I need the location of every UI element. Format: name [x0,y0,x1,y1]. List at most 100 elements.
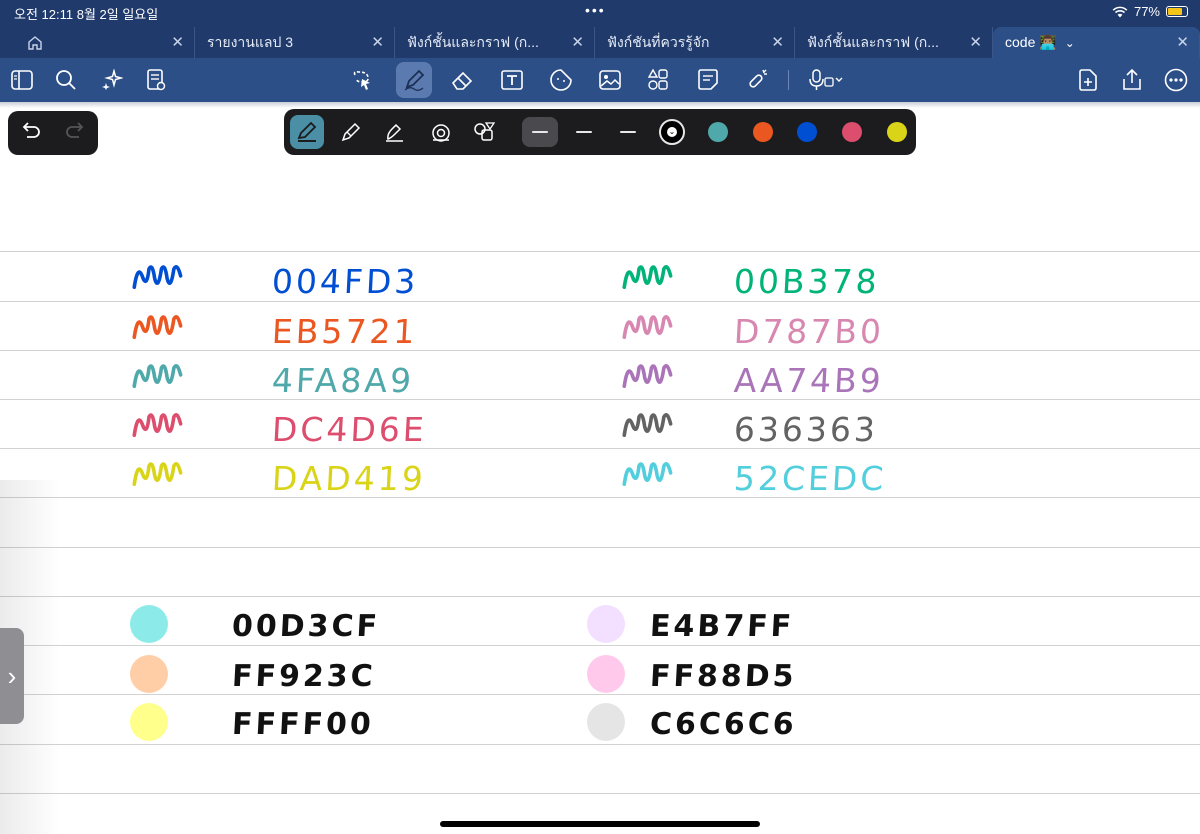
document-button[interactable] [140,64,172,96]
sticky-note-icon [698,69,718,90]
color-sample-scribble [132,364,183,388]
ball-pen-tool[interactable] [334,115,368,149]
color-sample-scribble [622,364,673,388]
color-sample-scribble [132,413,183,437]
pen-tool-button[interactable] [396,62,432,98]
add-page-icon [1079,69,1097,91]
lasso-icon [353,71,370,90]
toolbar-divider [788,70,789,90]
color-sample-scribble [132,265,183,289]
eraser-button[interactable] [446,64,478,96]
share-button[interactable] [1116,64,1148,96]
status-right: 77% [1112,4,1188,19]
tab-close-icon[interactable]: ✕ [571,33,584,51]
tab-label: ฟังก์ชั้นและกราฟ (ก... [807,33,939,50]
color-sample-scribble [622,413,673,437]
image-icon [599,70,621,90]
more-icon [1164,68,1188,92]
add-page-button[interactable] [1072,64,1104,96]
tab-active-code[interactable]: code 👨🏽‍💻 ⌄ ✕ [993,27,1200,58]
thickness-thin[interactable] [522,117,558,147]
battery-icon [1166,6,1188,17]
shapes-button[interactable] [642,64,674,96]
document-icon [147,69,166,91]
brush-pen-tool[interactable] [378,115,412,149]
highlighter-color-dot [587,655,625,693]
pen-color-hex: AA74B9 [732,361,885,400]
toolbar-shadow [0,102,1200,108]
tab-4[interactable]: ฟังก์ชั้นและกราฟ (ก... ✕ [795,27,993,58]
tab-label: code 👨🏽‍💻 [1005,34,1057,50]
highlighter-color-dot [587,605,625,643]
search-button[interactable] [50,64,82,96]
tab-2[interactable]: ฟังก์ชั้นและกราฟ (ก... ✕ [395,27,595,58]
tab-close-icon[interactable]: ✕ [1176,33,1189,51]
chevron-down-icon: ⌄ [667,127,677,137]
lasso-button[interactable] [346,64,378,96]
main-toolbar [0,58,1200,102]
laser-pointer-icon [749,69,767,88]
highlighter-color-dot [587,703,625,741]
color-swatch-black[interactable]: ⌄ [659,119,685,145]
ball-pen-icon [341,122,361,142]
pen-color-hex: 636363 [732,410,880,449]
battery-fill [1168,8,1182,15]
microphone-button[interactable] [802,64,850,96]
shape-pen-tool[interactable] [468,115,502,149]
highlighter-color-dot [130,655,168,693]
pen-color-hex: 00B378 [732,262,881,301]
color-swatch-yellow[interactable] [887,122,907,142]
pen-color-hex: 4FA8A9 [270,361,416,400]
pen-color-hex: D787B0 [732,312,886,351]
home-indicator[interactable] [440,821,760,827]
tab-close-icon[interactable]: ✕ [771,33,784,51]
highlighter-color-hex: FFFF00 [231,707,375,742]
color-sample-scribble [132,462,183,486]
pen-color-hex: DC4D6E [270,410,428,449]
sidebar-icon [11,70,33,90]
sidebar-button[interactable] [6,64,38,96]
highlighter-color-hex: C6C6C6 [649,707,798,742]
color-swatch-pink[interactable] [842,122,862,142]
tab-3[interactable]: ฟังก์ชันที่ควรรู้จัก ✕ [595,27,795,58]
ai-button[interactable] [96,64,128,96]
tab-label: ฟังก์ชั้นและกราฟ (ก... [407,33,539,50]
home-icon[interactable] [26,34,44,52]
tab-close-icon[interactable]: ✕ [371,33,384,51]
thickness-thick[interactable] [610,117,646,147]
pen-color-hex: DAD419 [270,459,427,498]
color-swatch-orange[interactable] [753,122,773,142]
sticker-icon [550,69,572,91]
tab-close-icon[interactable]: ✕ [171,33,184,51]
tab-home[interactable]: ✕ [0,27,195,58]
thickness-medium[interactable] [566,117,602,147]
sticky-note-button[interactable] [692,64,724,96]
redo-button[interactable] [64,121,86,148]
pen-icon [404,69,425,91]
pen-options-panel: ⌄ [284,109,916,155]
highlighter-tool[interactable] [424,115,458,149]
more-button[interactable] [1160,64,1192,96]
microphone-icon [809,69,843,90]
chevron-down-icon[interactable]: ⌄ [1065,36,1075,50]
sticker-button[interactable] [545,64,577,96]
image-button[interactable] [594,64,626,96]
share-icon [1123,69,1141,90]
color-swatch-teal[interactable] [708,122,728,142]
text-box-button[interactable] [496,64,528,96]
fountain-pen-tool[interactable] [290,115,324,149]
color-sample-scribble [622,315,673,339]
status-time-date: 오전 12:11 8월 2일 일요일 [14,7,159,22]
highlighter-color-dot [130,703,168,741]
tab-label: รายงานแลป 3 [207,33,294,50]
undo-button[interactable] [20,121,42,148]
battery-percent: 77% [1133,4,1160,19]
search-icon [56,70,76,90]
sparkle-icon [102,69,123,90]
multitasking-dots[interactable]: ••• [585,2,606,18]
color-swatch-blue[interactable] [797,122,817,142]
laser-pointer-button[interactable] [741,64,773,96]
tab-1[interactable]: รายงานแลป 3 ✕ [195,27,395,58]
tab-close-icon[interactable]: ✕ [969,33,982,51]
sidebar-handle[interactable]: › [0,628,24,724]
